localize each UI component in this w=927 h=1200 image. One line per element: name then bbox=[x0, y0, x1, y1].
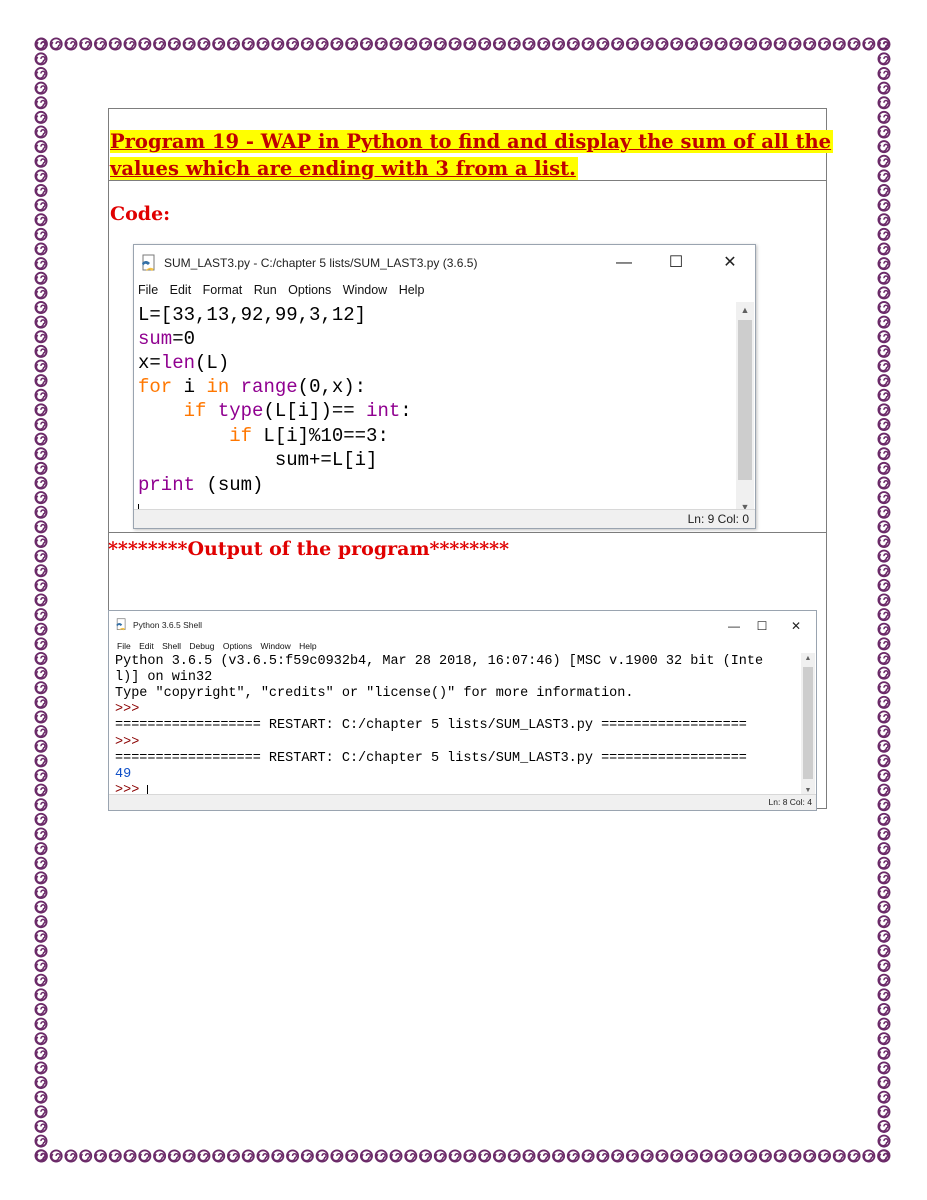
program-title-line-2: values which are ending with 3 from a li… bbox=[110, 157, 578, 180]
shell-prompt: >>> bbox=[115, 735, 148, 750]
shell-maximize-button[interactable]: ☐ bbox=[747, 617, 777, 635]
program-title-line-1: Program 19 - WAP in Python to find and d… bbox=[110, 130, 834, 153]
code-editor-area[interactable]: L=[33,13,92,99,3,12] sum=0 x=len(L) for … bbox=[138, 303, 735, 516]
code-label: Code: bbox=[110, 203, 171, 225]
code-line: if type(L[i])== int: bbox=[183, 400, 412, 422]
cursor-position: Ln: 9 Col: 0 bbox=[687, 512, 749, 526]
shell-prompt: >>> bbox=[115, 702, 148, 717]
decorative-border-left bbox=[34, 37, 48, 1163]
code-line: sum=0 bbox=[138, 328, 196, 350]
code-line: if L[i]%10==3: bbox=[229, 425, 389, 447]
menu-options[interactable]: Options bbox=[223, 641, 252, 651]
code-line: x=len(L) bbox=[138, 352, 230, 374]
menu-edit[interactable]: Edit bbox=[139, 641, 154, 651]
menu-window[interactable]: Window bbox=[261, 641, 291, 651]
menu-help[interactable]: Help bbox=[399, 283, 425, 297]
editor-titlebar[interactable]: SUM_LAST3.py - C:/chapter 5 lists/SUM_LA… bbox=[134, 245, 755, 281]
divider-after-title bbox=[108, 180, 827, 181]
divider-before-output bbox=[108, 532, 827, 533]
code-line: sum+=L[i] bbox=[274, 449, 378, 471]
python-file-icon bbox=[140, 254, 158, 277]
shell-minimize-button[interactable]: — bbox=[719, 617, 749, 635]
scroll-up-icon[interactable]: ▲ bbox=[736, 305, 754, 315]
shell-line: ================== RESTART: C:/chapter 5… bbox=[115, 718, 747, 733]
editor-statusbar: Ln: 9 Col: 0 bbox=[134, 509, 755, 528]
menu-options[interactable]: Options bbox=[288, 283, 331, 297]
scrollbar-thumb[interactable] bbox=[803, 667, 813, 779]
shell-menubar: File Edit Shell Debug Options Window Hel… bbox=[117, 641, 323, 651]
maximize-button[interactable]: ☐ bbox=[656, 249, 696, 277]
shell-prompt-line: >>> bbox=[115, 783, 149, 794]
output-label: ********Output of the program******** bbox=[108, 538, 510, 560]
code-line: L=[33,13,92,99,3,12] bbox=[138, 304, 367, 326]
decorative-border-top bbox=[34, 37, 891, 51]
scroll-up-icon[interactable]: ▲ bbox=[801, 655, 815, 662]
menu-run[interactable]: Run bbox=[254, 283, 277, 297]
shell-window: Python 3.6.5 Shell — ☐ ✕ File Edit Shell… bbox=[108, 610, 817, 811]
shell-line: ================== RESTART: C:/chapter 5… bbox=[115, 751, 747, 766]
shell-line: Python 3.6.5 (v3.6.5:f59c0932b4, Mar 28 … bbox=[115, 654, 764, 669]
menu-window[interactable]: Window bbox=[343, 283, 387, 297]
python-shell-icon bbox=[115, 618, 128, 636]
shell-window-title: Python 3.6.5 Shell bbox=[133, 620, 202, 630]
editor-window-title: SUM_LAST3.py - C:/chapter 5 lists/SUM_LA… bbox=[164, 256, 478, 270]
scroll-down-icon[interactable]: ▼ bbox=[801, 787, 815, 794]
shell-vertical-scrollbar[interactable]: ▲ ▼ bbox=[801, 653, 815, 795]
menu-edit[interactable]: Edit bbox=[170, 283, 192, 297]
menu-help[interactable]: Help bbox=[299, 641, 316, 651]
code-line: print (sum) bbox=[138, 474, 264, 496]
minimize-button[interactable]: — bbox=[604, 249, 644, 277]
editor-vertical-scrollbar[interactable]: ▲ ▼ bbox=[736, 302, 754, 514]
shell-close-button[interactable]: ✕ bbox=[781, 617, 811, 635]
shell-statusbar: Ln: 8 Col: 4 bbox=[109, 794, 816, 810]
program-output: 49 bbox=[115, 767, 132, 782]
close-button[interactable]: ✕ bbox=[710, 249, 750, 277]
shell-cursor-position: Ln: 8 Col: 4 bbox=[768, 797, 812, 807]
decorative-border-right bbox=[877, 37, 891, 1163]
shell-output-area[interactable]: Python 3.6.5 (v3.6.5:f59c0932b4, Mar 28 … bbox=[115, 654, 800, 794]
menu-debug[interactable]: Debug bbox=[189, 641, 214, 651]
decorative-border-bottom bbox=[34, 1149, 891, 1163]
editor-window: SUM_LAST3.py - C:/chapter 5 lists/SUM_LA… bbox=[133, 244, 756, 529]
code-line: for i in range(0,x): bbox=[138, 376, 367, 398]
menu-format[interactable]: Format bbox=[203, 283, 243, 297]
menu-file[interactable]: File bbox=[117, 641, 131, 651]
menu-file[interactable]: File bbox=[138, 283, 158, 297]
editor-menubar: File Edit Format Run Options Window Help bbox=[138, 283, 432, 301]
shell-line: l)] on win32 bbox=[115, 670, 213, 685]
shell-line: Type "copyright", "credits" or "license(… bbox=[115, 686, 634, 701]
menu-shell[interactable]: Shell bbox=[162, 641, 181, 651]
shell-titlebar[interactable]: Python 3.6.5 Shell — ☐ ✕ bbox=[109, 611, 816, 637]
scrollbar-thumb[interactable] bbox=[738, 320, 752, 480]
